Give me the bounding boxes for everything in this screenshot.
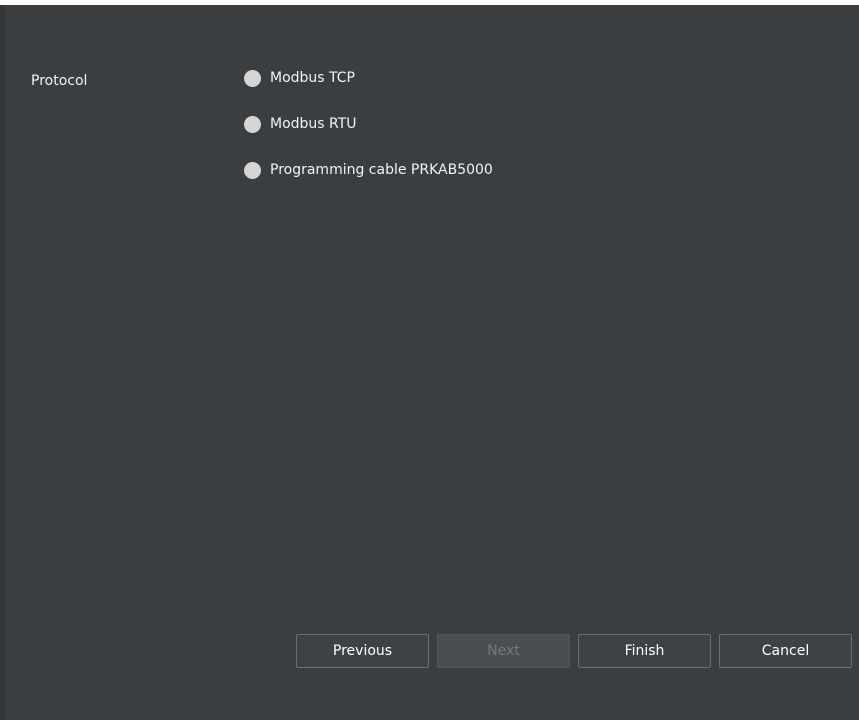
radio-option-modbus-tcp[interactable]: Modbus TCP: [244, 66, 493, 90]
radio-label-modbus-tcp[interactable]: Modbus TCP: [270, 70, 355, 86]
radio-circle-icon[interactable]: [244, 115, 261, 133]
radio-label-modbus-rtu[interactable]: Modbus RTU: [270, 116, 357, 132]
cancel-button[interactable]: Cancel: [719, 634, 852, 668]
previous-button[interactable]: Previous: [296, 634, 429, 668]
radio-circle-icon[interactable]: [244, 69, 261, 87]
wizard-dialog: Protocol Modbus TCP Modbus RTU Programmi…: [6, 5, 859, 720]
radio-option-programming-cable[interactable]: Programming cable PRKAB5000: [244, 158, 493, 182]
next-button[interactable]: Next: [437, 634, 570, 668]
radio-label-programming-cable[interactable]: Programming cable PRKAB5000: [270, 162, 493, 178]
finish-button[interactable]: Finish: [578, 634, 711, 668]
protocol-radio-group: Modbus TCP Modbus RTU Programming cable …: [244, 66, 493, 204]
radio-circle-icon[interactable]: [244, 161, 261, 179]
wizard-button-bar: Previous Next Finish Cancel: [296, 634, 852, 668]
radio-option-modbus-rtu[interactable]: Modbus RTU: [244, 112, 493, 136]
protocol-label: Protocol: [31, 73, 88, 89]
